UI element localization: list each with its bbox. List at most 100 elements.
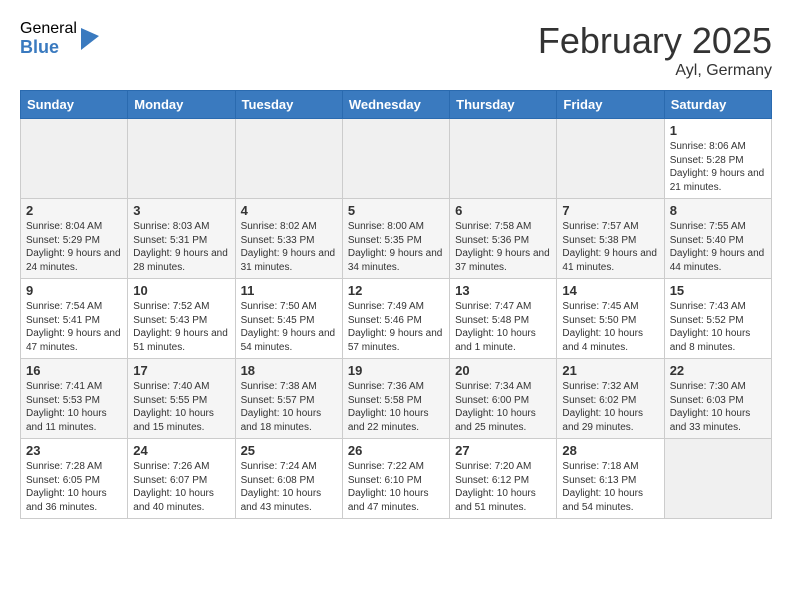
day-number: 2 xyxy=(26,203,122,218)
day-number: 18 xyxy=(241,363,337,378)
day-info: Sunrise: 7:22 AM Sunset: 6:10 PM Dayligh… xyxy=(348,460,444,514)
day-number: 3 xyxy=(133,203,229,218)
calendar-cell: 7 Sunrise: 7:57 AM Sunset: 5:38 PM Daylig… xyxy=(557,199,664,279)
calendar-cell: 11Sunrise: 7:50 AM Sunset: 5:45 PM Dayli… xyxy=(235,279,342,359)
calendar-cell: 22 Sunrise: 7:30 AM Sunset: 6:03 PM Dayli… xyxy=(664,359,771,439)
day-header-monday: Monday xyxy=(128,91,235,119)
day-info: Sunrise: 7:49 AM Sunset: 5:46 PM Dayligh… xyxy=(348,300,444,354)
day-info: Sunrise: 7:52 AM Sunset: 5:43 PM Dayligh… xyxy=(133,300,229,354)
calendar-cell xyxy=(235,119,342,199)
day-info: Sunrise: 7:58 AM Sunset: 5:36 PM Dayligh… xyxy=(455,220,551,274)
calendar-cell: 9 Sunrise: 7:54 AM Sunset: 5:41 PM Daylig… xyxy=(21,279,128,359)
calendar-table: SundayMondayTuesdayWednesdayThursdayFrid… xyxy=(20,90,772,519)
day-number: 8 xyxy=(670,203,766,218)
day-number: 15 xyxy=(670,283,766,298)
day-info: Sunrise: 7:20 AM Sunset: 6:12 PM Dayligh… xyxy=(455,460,551,514)
calendar-header-row: SundayMondayTuesdayWednesdayThursdayFrid… xyxy=(21,91,772,119)
logo-icon xyxy=(81,28,99,50)
day-number: 22 xyxy=(670,363,766,378)
day-number: 24 xyxy=(133,443,229,458)
calendar-week-row: 16 Sunrise: 7:41 AM Sunset: 5:53 PM Dayli… xyxy=(21,359,772,439)
day-header-sunday: Sunday xyxy=(21,91,128,119)
day-number: 14 xyxy=(562,283,658,298)
calendar-cell: 2Sunrise: 8:04 AM Sunset: 5:29 PM Daylig… xyxy=(21,199,128,279)
calendar-cell: 23 Sunrise: 7:28 AM Sunset: 6:05 PM Dayli… xyxy=(21,439,128,519)
day-info: Sunrise: 7:26 AM Sunset: 6:07 PM Dayligh… xyxy=(133,460,229,514)
day-info: Sunrise: 8:00 AM Sunset: 5:35 PM Dayligh… xyxy=(348,220,444,274)
day-info: Sunrise: 7:54 AM Sunset: 5:41 PM Dayligh… xyxy=(26,300,122,354)
logo-general: General xyxy=(20,20,77,38)
day-number: 7 xyxy=(562,203,658,218)
day-info: Sunrise: 7:36 AM Sunset: 5:58 PM Dayligh… xyxy=(348,380,444,434)
calendar-title: February 2025 xyxy=(538,20,772,62)
calendar-cell: 24 Sunrise: 7:26 AM Sunset: 6:07 PM Dayli… xyxy=(128,439,235,519)
day-number: 10 xyxy=(133,283,229,298)
calendar-cell: 8 Sunrise: 7:55 AM Sunset: 5:40 PM Daylig… xyxy=(664,199,771,279)
calendar-cell: 17 Sunrise: 7:40 AM Sunset: 5:55 PM Dayli… xyxy=(128,359,235,439)
day-info: Sunrise: 8:03 AM Sunset: 5:31 PM Dayligh… xyxy=(133,220,229,274)
calendar-cell: 13 Sunrise: 7:47 AM Sunset: 5:48 PM Dayli… xyxy=(450,279,557,359)
day-number: 5 xyxy=(348,203,444,218)
calendar-cell: 25Sunrise: 7:24 AM Sunset: 6:08 PM Dayli… xyxy=(235,439,342,519)
day-info: Sunrise: 7:45 AM Sunset: 5:50 PM Dayligh… xyxy=(562,300,658,354)
day-number: 17 xyxy=(133,363,229,378)
day-number: 20 xyxy=(455,363,551,378)
day-number: 13 xyxy=(455,283,551,298)
day-info: Sunrise: 7:24 AM Sunset: 6:08 PM Dayligh… xyxy=(241,460,337,514)
day-header-saturday: Saturday xyxy=(664,91,771,119)
day-info: Sunrise: 7:38 AM Sunset: 5:57 PM Dayligh… xyxy=(241,380,337,434)
day-info: Sunrise: 7:47 AM Sunset: 5:48 PM Dayligh… xyxy=(455,300,551,354)
calendar-subtitle: Ayl, Germany xyxy=(538,62,772,80)
calendar-cell: 4 Sunrise: 8:02 AM Sunset: 5:33 PM Daylig… xyxy=(235,199,342,279)
day-number: 4 xyxy=(241,203,337,218)
page-header: General Blue February 2025 Ayl, Germany xyxy=(20,20,772,80)
day-number: 16 xyxy=(26,363,122,378)
day-info: Sunrise: 7:41 AM Sunset: 5:53 PM Dayligh… xyxy=(26,380,122,434)
calendar-cell xyxy=(557,119,664,199)
logo-blue: Blue xyxy=(20,38,77,58)
day-number: 12 xyxy=(348,283,444,298)
day-info: Sunrise: 7:30 AM Sunset: 6:03 PM Dayligh… xyxy=(670,380,766,434)
day-number: 6 xyxy=(455,203,551,218)
day-number: 27 xyxy=(455,443,551,458)
calendar-cell: 3 Sunrise: 8:03 AM Sunset: 5:31 PM Daylig… xyxy=(128,199,235,279)
day-header-friday: Friday xyxy=(557,91,664,119)
day-number: 23 xyxy=(26,443,122,458)
calendar-cell: 6 Sunrise: 7:58 AM Sunset: 5:36 PM Daylig… xyxy=(450,199,557,279)
day-info: Sunrise: 7:50 AM Sunset: 5:45 PM Dayligh… xyxy=(241,300,337,354)
day-info: Sunrise: 7:43 AM Sunset: 5:52 PM Dayligh… xyxy=(670,300,766,354)
calendar-cell: 14 Sunrise: 7:45 AM Sunset: 5:50 PM Dayli… xyxy=(557,279,664,359)
calendar-cell xyxy=(450,119,557,199)
day-info: Sunrise: 7:18 AM Sunset: 6:13 PM Dayligh… xyxy=(562,460,658,514)
day-number: 9 xyxy=(26,283,122,298)
calendar-cell xyxy=(128,119,235,199)
calendar-cell xyxy=(664,439,771,519)
day-info: Sunrise: 7:55 AM Sunset: 5:40 PM Dayligh… xyxy=(670,220,766,274)
day-info: Sunrise: 8:02 AM Sunset: 5:33 PM Dayligh… xyxy=(241,220,337,274)
day-info: Sunrise: 8:06 AM Sunset: 5:28 PM Dayligh… xyxy=(670,140,766,194)
day-header-tuesday: Tuesday xyxy=(235,91,342,119)
calendar-week-row: 2Sunrise: 8:04 AM Sunset: 5:29 PM Daylig… xyxy=(21,199,772,279)
calendar-cell: 15 Sunrise: 7:43 AM Sunset: 5:52 PM Dayli… xyxy=(664,279,771,359)
day-info: Sunrise: 7:40 AM Sunset: 5:55 PM Dayligh… xyxy=(133,380,229,434)
day-number: 26 xyxy=(348,443,444,458)
logo: General Blue xyxy=(20,20,99,57)
day-info: Sunrise: 7:57 AM Sunset: 5:38 PM Dayligh… xyxy=(562,220,658,274)
day-info: Sunrise: 7:28 AM Sunset: 6:05 PM Dayligh… xyxy=(26,460,122,514)
calendar-cell: 18 Sunrise: 7:38 AM Sunset: 5:57 PM Dayli… xyxy=(235,359,342,439)
day-info: Sunrise: 7:34 AM Sunset: 6:00 PM Dayligh… xyxy=(455,380,551,434)
calendar-cell: 21Sunrise: 7:32 AM Sunset: 6:02 PM Dayli… xyxy=(557,359,664,439)
day-header-thursday: Thursday xyxy=(450,91,557,119)
calendar-cell: 26 Sunrise: 7:22 AM Sunset: 6:10 PM Dayli… xyxy=(342,439,449,519)
calendar-cell xyxy=(21,119,128,199)
calendar-cell: 19 Sunrise: 7:36 AM Sunset: 5:58 PM Dayli… xyxy=(342,359,449,439)
calendar-cell: 27 Sunrise: 7:20 AM Sunset: 6:12 PM Dayli… xyxy=(450,439,557,519)
title-block: February 2025 Ayl, Germany xyxy=(538,20,772,80)
calendar-week-row: 1Sunrise: 8:06 AM Sunset: 5:28 PM Daylig… xyxy=(21,119,772,199)
day-info: Sunrise: 7:32 AM Sunset: 6:02 PM Dayligh… xyxy=(562,380,658,434)
calendar-week-row: 23 Sunrise: 7:28 AM Sunset: 6:05 PM Dayli… xyxy=(21,439,772,519)
calendar-week-row: 9 Sunrise: 7:54 AM Sunset: 5:41 PM Daylig… xyxy=(21,279,772,359)
calendar-cell: 12 Sunrise: 7:49 AM Sunset: 5:46 PM Dayli… xyxy=(342,279,449,359)
day-number: 19 xyxy=(348,363,444,378)
day-header-wednesday: Wednesday xyxy=(342,91,449,119)
